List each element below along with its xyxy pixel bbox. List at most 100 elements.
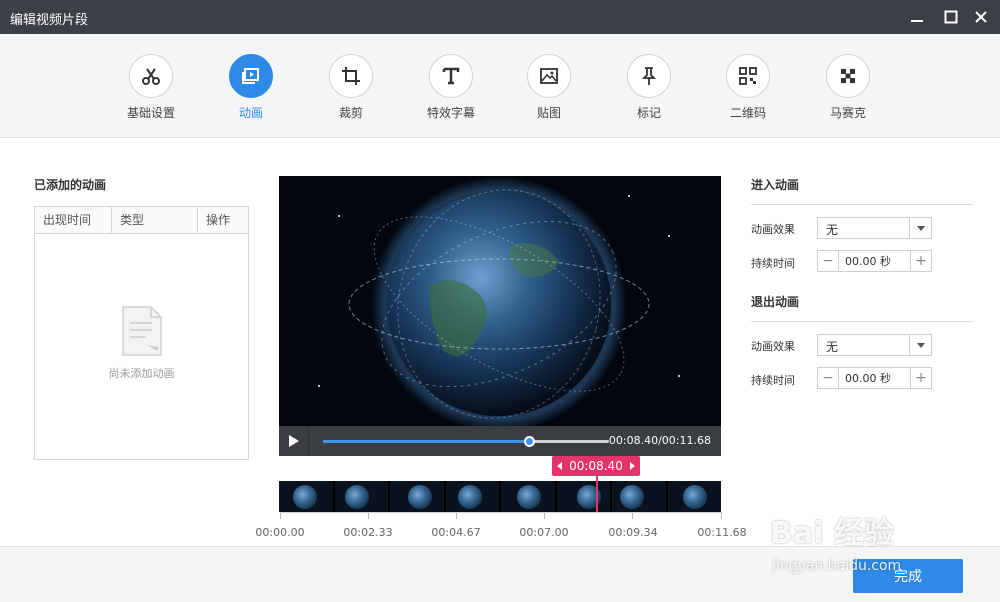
enter-duration-input[interactable] xyxy=(839,251,910,271)
tab-sticker[interactable]: 贴图 xyxy=(504,54,594,121)
ruler-tick xyxy=(632,513,633,519)
filmstrip-frame xyxy=(612,481,666,512)
caret-right-icon[interactable] xyxy=(629,462,635,470)
baidu-watermark: Bai 经验 jingyan.baidu.com xyxy=(760,490,960,590)
filmstrip-frame xyxy=(556,481,610,512)
dropdown-arrow[interactable] xyxy=(909,335,931,355)
filmstrip-frame xyxy=(334,481,388,512)
ruler-label: 00:00.00 xyxy=(255,526,305,539)
enter-animation-title: 进入动画 xyxy=(751,178,800,192)
divider xyxy=(751,204,973,205)
close-button[interactable] xyxy=(970,6,992,28)
column-type: 类型 xyxy=(112,207,198,234)
tab-label: 基础设置 xyxy=(126,106,175,120)
minimize-button[interactable] xyxy=(906,6,928,28)
pin-icon xyxy=(641,67,657,85)
scissors-icon xyxy=(142,68,160,85)
tab-circle xyxy=(726,54,770,98)
title-bar: 编辑视频片段 xyxy=(0,0,1000,34)
watermark-brand: Bai 经验 xyxy=(770,516,894,551)
tab-effect-subtitle[interactable]: 特效字幕 xyxy=(406,54,496,121)
caret-left-icon[interactable] xyxy=(557,462,563,470)
dropdown-arrow[interactable] xyxy=(909,218,931,238)
play-button[interactable] xyxy=(279,426,309,456)
progress-slider[interactable] xyxy=(323,436,609,447)
chevron-down-icon xyxy=(916,225,925,231)
image-icon xyxy=(540,68,558,84)
added-animations-title: 已添加的动画 xyxy=(34,178,107,192)
tab-label: 二维码 xyxy=(729,106,766,120)
enter-effect-value: 无 xyxy=(826,223,839,237)
video-preview[interactable] xyxy=(279,176,721,426)
watermark-url: jingyan.baidu.com xyxy=(772,558,902,574)
filmstrip-frame xyxy=(390,481,444,512)
chevron-down-icon xyxy=(916,342,925,348)
maximize-icon xyxy=(944,10,958,24)
minus-button[interactable]: − xyxy=(818,251,839,271)
playhead-time-label[interactable]: 00:08.40 xyxy=(552,456,640,476)
tab-circle xyxy=(129,54,173,98)
plus-button[interactable]: + xyxy=(910,251,931,271)
ruler-tick xyxy=(368,513,369,519)
filmstrip-frame xyxy=(501,481,555,512)
earth-video-frame xyxy=(318,176,680,426)
crop-icon xyxy=(342,67,360,85)
table-header: 出现时间 类型 操作 xyxy=(35,207,248,234)
playhead-line[interactable] xyxy=(596,476,598,512)
tab-label: 裁剪 xyxy=(338,106,363,120)
enter-duration-stepper[interactable]: − + xyxy=(817,250,932,272)
divider xyxy=(751,321,973,322)
exit-duration-input[interactable] xyxy=(839,368,910,388)
tab-qrcode[interactable]: 二维码 xyxy=(703,54,793,121)
tab-basic-settings[interactable]: 基础设置 xyxy=(106,54,196,121)
filmstrip-frame xyxy=(445,481,499,512)
playhead-time: 00:08.40 xyxy=(569,459,623,473)
tab-label: 马赛克 xyxy=(829,106,866,120)
tab-circle xyxy=(329,54,373,98)
ruler-label: 00:02.33 xyxy=(343,526,393,539)
plus-button[interactable]: + xyxy=(910,368,931,388)
tab-circle xyxy=(627,54,671,98)
ruler-label: 00:11.68 xyxy=(697,526,747,539)
exit-animation-title: 退出动画 xyxy=(751,295,800,309)
tab-circle xyxy=(527,54,571,98)
tool-tabs: 基础设置 动画 裁剪 特效字幕 贴图 标记 二维码 马赛克 xyxy=(0,34,1000,138)
maximize-button[interactable] xyxy=(940,6,962,28)
column-action: 操作 xyxy=(206,213,231,227)
enter-effect-select[interactable]: 无 xyxy=(817,217,932,239)
animation-play-icon xyxy=(242,68,259,84)
progress-fill xyxy=(323,440,529,443)
tab-animation[interactable]: 动画 xyxy=(206,54,296,121)
enter-duration-label: 持续时间 xyxy=(751,257,795,270)
tab-circle xyxy=(826,54,870,98)
text-icon xyxy=(442,67,460,85)
tab-mark[interactable]: 标记 xyxy=(604,54,694,121)
close-icon xyxy=(975,11,987,23)
tab-label: 特效字幕 xyxy=(426,106,475,120)
tab-crop[interactable]: 裁剪 xyxy=(306,54,396,121)
filmstrip-frame xyxy=(279,481,333,512)
timeline-filmstrip[interactable] xyxy=(279,481,721,512)
enter-effect-label: 动画效果 xyxy=(751,223,795,236)
time-readout: 00:08.40/00:11.68 xyxy=(608,434,711,447)
tab-circle xyxy=(429,54,473,98)
empty-state-text: 尚未添加动画 xyxy=(108,367,175,380)
ruler-label: 00:09.34 xyxy=(608,526,658,539)
ruler-tick xyxy=(544,513,545,519)
tab-label: 动画 xyxy=(238,106,263,120)
exit-duration-stepper[interactable]: − + xyxy=(817,367,932,389)
exit-duration-label: 持续时间 xyxy=(751,374,795,387)
play-icon xyxy=(288,435,299,447)
added-animations-table: 出现时间 类型 操作 尚未添加动画 xyxy=(34,206,249,460)
ruler-label: 00:04.67 xyxy=(431,526,481,539)
tab-mosaic[interactable]: 马赛克 xyxy=(803,54,893,121)
mosaic-icon xyxy=(841,69,855,83)
exit-effect-label: 动画效果 xyxy=(751,340,795,353)
tab-label: 标记 xyxy=(636,106,661,120)
minus-button[interactable]: − xyxy=(818,368,839,388)
window-title: 编辑视频片段 xyxy=(10,13,89,28)
qrcode-icon xyxy=(739,67,757,85)
tab-label: 贴图 xyxy=(536,106,561,120)
progress-thumb[interactable] xyxy=(523,436,535,447)
exit-effect-select[interactable]: 无 xyxy=(817,334,932,356)
